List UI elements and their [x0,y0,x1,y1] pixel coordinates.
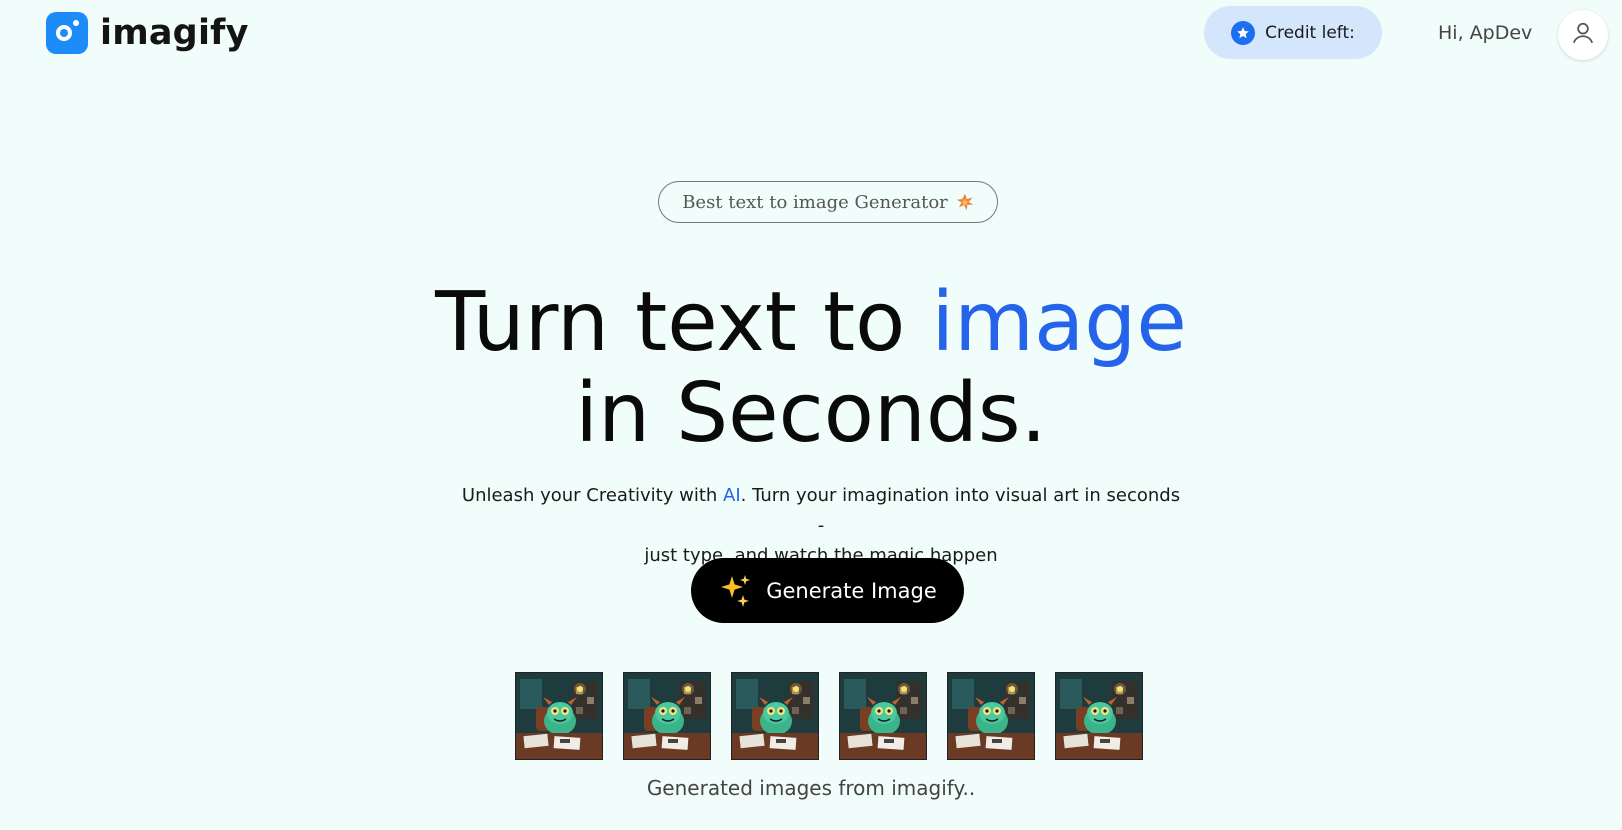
user-greeting: Hi, ApDev [1438,22,1533,44]
headline-accent: image [931,275,1187,370]
logo-icon [46,12,88,54]
tagline-badge: Best text to image Generator [658,181,998,223]
sample-image[interactable] [731,672,819,760]
generate-image-label: Generate Image [766,578,937,603]
sample-image[interactable] [947,672,1035,760]
user-icon [1570,20,1596,50]
description-text: . Turn your imagination into visual art … [740,485,1181,536]
sparkle-icon [956,193,974,211]
user-avatar[interactable] [1558,10,1608,60]
star-icon [1231,20,1256,45]
gallery-caption: Generated images from imagify.. [646,776,976,800]
headline-text: Turn text to [435,275,932,370]
sample-image[interactable] [623,672,711,760]
headline-line-1: Turn text to image [0,282,1622,364]
credits-button[interactable]: Credit left: [1204,6,1382,59]
sparkles-icon [718,573,754,609]
brand-name: imagify [100,12,249,53]
sample-image[interactable] [1055,672,1143,760]
brand-logo[interactable]: imagify [46,12,249,54]
sample-gallery [515,672,1143,760]
ai-highlight: AI [723,485,741,506]
generate-image-button[interactable]: Generate Image [691,558,964,623]
headline-line-2: in Seconds. [575,366,1047,461]
credits-label: Credit left: [1265,22,1355,43]
sample-image[interactable] [839,672,927,760]
badge-text: Best text to image Generator [682,191,948,213]
description-text: Unleash your Creativity with [461,485,724,506]
sample-image[interactable] [515,672,603,760]
top-navbar: imagify Credit left: Hi, ApDev [0,0,1622,70]
